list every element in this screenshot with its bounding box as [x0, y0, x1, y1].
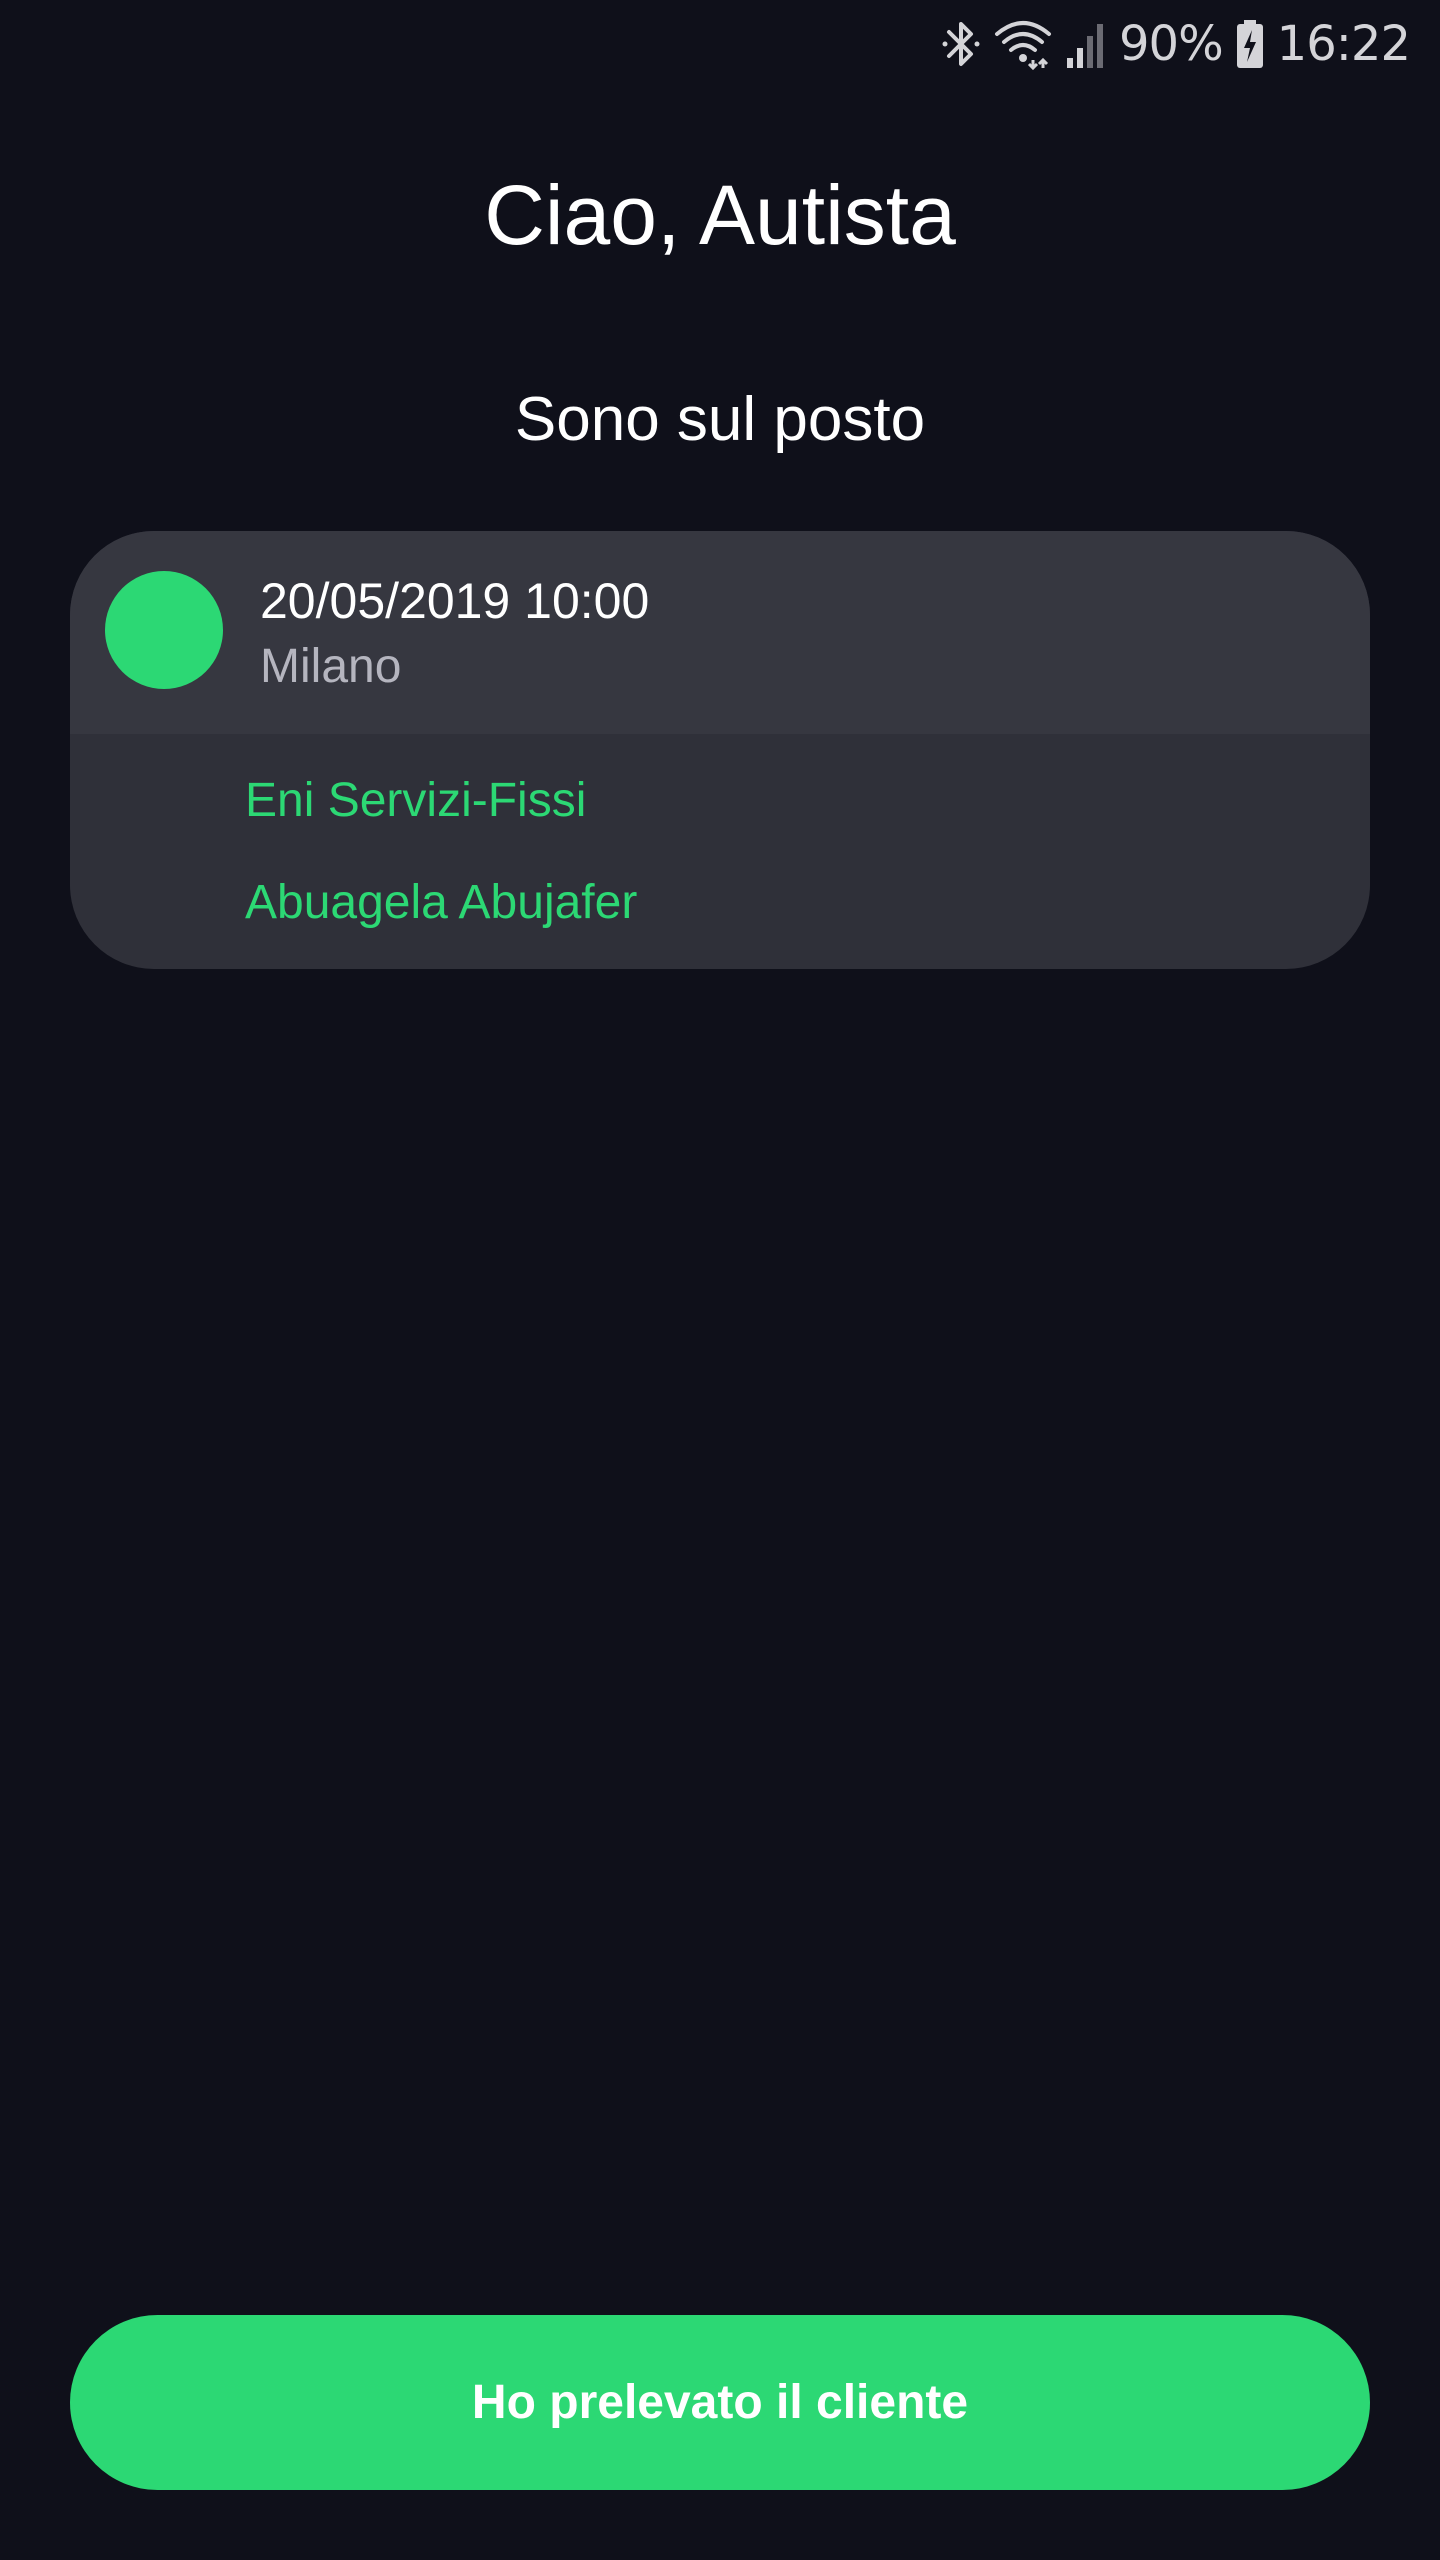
ride-datetime: 20/05/2019 10:00 [260, 573, 650, 629]
app-screen: 90% 16:22 Ciao, Autista Sono sul posto 2… [0, 0, 1440, 2560]
ride-status-heading: Sono sul posto [514, 385, 926, 454]
customer-picked-up-button[interactable]: Ho prelevato il cliente [70, 2315, 1370, 2490]
signal-icon [1065, 18, 1107, 70]
status-bar: 90% 16:22 [0, 0, 1440, 88]
battery-charging-icon [1235, 18, 1265, 70]
page-title: Ciao, Autista [484, 168, 956, 262]
wifi-icon [993, 18, 1053, 70]
ride-card-header: 20/05/2019 10:00 Milano [70, 531, 1370, 734]
ride-company: Eni Servizi-Fissi [245, 774, 587, 827]
bluetooth-icon [941, 18, 981, 70]
clock: 16:22 [1276, 16, 1411, 72]
ride-status-indicator [105, 571, 223, 689]
ride-city: Milano [260, 640, 402, 693]
ride-card[interactable]: 20/05/2019 10:00 Milano Eni Servizi-Fiss… [70, 531, 1370, 969]
status-icons-group: 90% 16:22 [941, 10, 1411, 78]
ride-customer: Abuagela Abujafer [245, 876, 638, 929]
battery-percent: 90% [1118, 16, 1224, 72]
